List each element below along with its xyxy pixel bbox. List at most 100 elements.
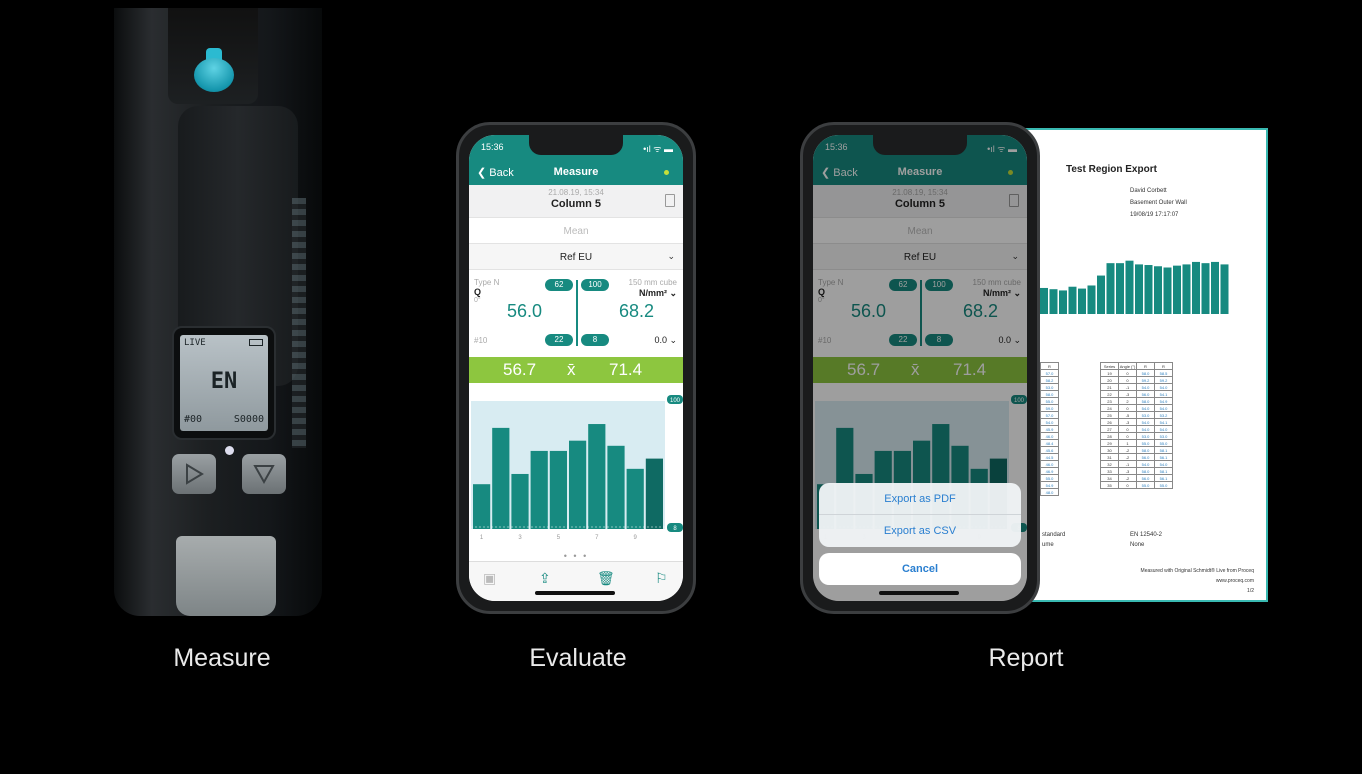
report-cell: 58.0	[1136, 467, 1155, 475]
report-cell: 55.0	[1136, 439, 1155, 447]
report-bar-4	[1068, 286, 1077, 314]
report-left-row: 46.0	[1040, 432, 1059, 440]
flag-icon[interactable]: ⚐	[655, 570, 668, 587]
trash-icon[interactable]: 🗑	[597, 570, 615, 587]
report-cell: 55.0	[1136, 481, 1155, 489]
report-bar-7	[1097, 275, 1105, 314]
count-label: #10	[474, 336, 488, 345]
bar-7[interactable]	[588, 424, 606, 529]
report-cell: 28	[1100, 432, 1119, 440]
measurement-header: 21.08.19, 15:34 Column 5	[469, 185, 683, 217]
report-bar-19	[1211, 261, 1219, 314]
report-bar-18	[1201, 263, 1210, 314]
export-pdf-button[interactable]: Export as PDF	[819, 483, 1021, 515]
report-cell: 55.0	[1154, 481, 1173, 489]
report-table-row: 21 -1 54.0 54.0	[1100, 383, 1173, 391]
report-header-cell: Series	[1100, 362, 1119, 370]
report-left-cell: 59.0	[1040, 404, 1059, 412]
report-cell: 56.0	[1136, 453, 1155, 461]
phone-screen: 15:36 •ıl ᯤ ▬ ❮ Back Measure 21.08.19, 1…	[469, 135, 683, 601]
report-left-cell: 57.0	[1040, 411, 1059, 419]
range-divider	[576, 280, 578, 346]
report-left-row: 46.9	[1040, 467, 1059, 475]
report-left-row: 45.9	[1040, 425, 1059, 433]
report-cell: 29	[1100, 439, 1119, 447]
caption-evaluate: Evaluate	[529, 644, 627, 672]
report-cell: 54.0	[1154, 425, 1173, 433]
cancel-button[interactable]: Cancel	[819, 553, 1021, 585]
mean-row[interactable]: Mean	[469, 217, 683, 243]
bar-9[interactable]	[626, 468, 644, 529]
bar-8[interactable]	[607, 445, 625, 529]
report-cell: -2	[1118, 474, 1137, 482]
chevron-down-icon: ⌄	[667, 251, 675, 261]
bar-1[interactable]	[473, 484, 491, 529]
report-table-row: 25 -5 53.0 53.2	[1100, 411, 1173, 419]
lcd-language: EN	[210, 369, 238, 394]
report-cell: 27	[1100, 425, 1119, 433]
report-bar-10	[1125, 260, 1134, 314]
mean-left: 56.7	[503, 360, 537, 379]
report-table-left: R 57.0 58.2 53.0 58.0 55.0 59.0 57.0 54.0 45.9 46.…	[1040, 362, 1059, 496]
report-cell: 1	[1118, 439, 1137, 447]
report-table-row: 35 0 55.0 55.0	[1100, 481, 1173, 489]
report-left-cell: 58.2	[1040, 376, 1059, 384]
down-button[interactable]	[242, 454, 286, 494]
report-location: Basement Outer Wall	[1130, 200, 1187, 206]
report-cell: 20	[1100, 376, 1119, 384]
report-cell: 54.0	[1154, 404, 1173, 412]
bar-3[interactable]	[511, 473, 529, 529]
report-cell: 54.0	[1136, 404, 1155, 412]
bar-2[interactable]	[492, 427, 510, 529]
report-cell: 2	[1118, 397, 1137, 405]
report-left-row: 54.9	[1040, 481, 1059, 489]
report-cell: 55.0	[1154, 439, 1173, 447]
play-button[interactable]	[172, 454, 216, 494]
share-icon[interactable]: ⇪	[539, 570, 551, 587]
lock-icon[interactable]: ▣	[483, 570, 496, 587]
cube-label: 150 mm cube	[628, 278, 677, 287]
report-cell: -3	[1118, 418, 1137, 426]
report-cell: 53.2	[1154, 411, 1173, 419]
report-cell: 0	[1118, 404, 1137, 412]
notebook-icon[interactable]	[665, 194, 675, 207]
report-author: David Corbett	[1130, 188, 1167, 194]
report-bar-15	[1173, 265, 1181, 314]
report-left-cell: 48.0	[1040, 488, 1059, 496]
report-left-cell: 54.9	[1040, 481, 1059, 489]
bar-5[interactable]	[549, 450, 567, 529]
report-bar-8	[1106, 263, 1115, 314]
bar-4[interactable]	[530, 450, 548, 529]
mean-right: 71.4	[609, 360, 643, 379]
report-cell: 58.0	[1136, 446, 1155, 454]
report-table-row: 19 0 58.0 58.5	[1100, 369, 1173, 377]
report-cell: 54.0	[1154, 460, 1173, 468]
unit-select[interactable]: N/mm² ⌄	[639, 288, 677, 299]
report-bar-13	[1154, 266, 1162, 314]
report-cell: 22	[1100, 390, 1119, 398]
bar-6[interactable]	[569, 440, 587, 529]
report-left-cell: 55.0	[1040, 397, 1059, 405]
x-tick-1: 1	[480, 535, 484, 541]
type-label: Type N	[474, 278, 500, 287]
report-cell: -2	[1118, 446, 1137, 454]
report-cell: 58.5	[1154, 369, 1173, 377]
zero-select[interactable]: 0.0 ⌄	[654, 335, 677, 346]
report-left-cell: 53.0	[1040, 383, 1059, 391]
ref-select[interactable]: Ref EU ⌄	[469, 243, 683, 269]
report-left-row: 48.4	[1040, 439, 1059, 447]
report-cell: 54.1	[1154, 418, 1173, 426]
report-cell: 30	[1100, 446, 1119, 454]
export-csv-button[interactable]: Export as CSV	[819, 515, 1021, 547]
report-cell: 0	[1118, 376, 1137, 384]
rebound-hammer-device: LIVE EN #00 S0000	[114, 8, 322, 616]
angle-label: 0°	[474, 297, 481, 304]
pill-bottom-left: 22	[545, 334, 573, 346]
report-header-cell: Angle (°)	[1118, 362, 1137, 370]
report-table-row: 31 -2 56.0 56.1	[1100, 453, 1173, 461]
bar-10[interactable]	[645, 458, 663, 529]
stage: LIVE EN #00 S0000 Measure 15:36 •ıl ᯤ ▬ …	[0, 0, 1362, 774]
report-cell: 54.0	[1154, 383, 1173, 391]
report-timestamp: 19/08/19 17:17:07	[1130, 212, 1179, 218]
report-table-row: 34 -2 56.0 56.1	[1100, 474, 1173, 482]
